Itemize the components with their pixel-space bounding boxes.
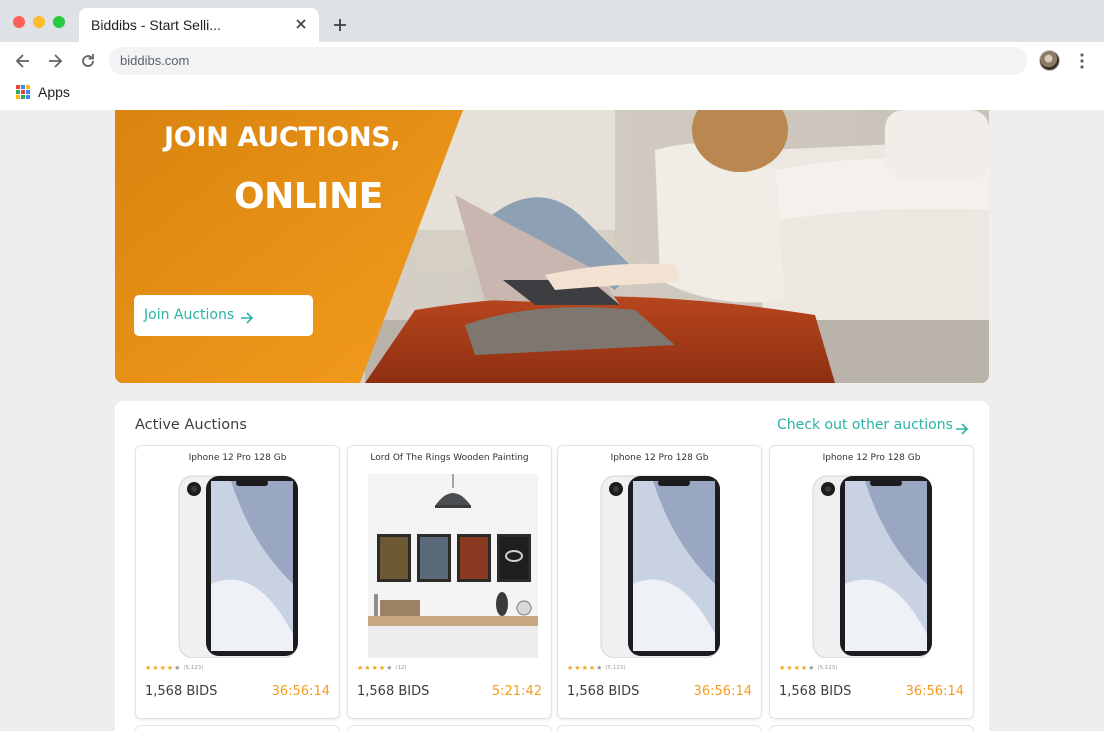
star-icon: ★ [145, 664, 152, 672]
time-left: 36:56:14 [693, 684, 752, 699]
star-icon: ★ [786, 664, 793, 672]
back-arrow-icon[interactable] [13, 51, 33, 71]
product-image-painting [368, 474, 538, 658]
address-bar[interactable]: biddibs.com [109, 47, 1027, 75]
product-name: Lord Of The Rings Wooden Painting [370, 453, 529, 463]
tab-title: Biddibs - Start Selli... [91, 17, 221, 33]
hero-subheadline: ONLINE [234, 176, 383, 217]
auction-card[interactable]: Lord Of The Rings Wooden Painting ★ ★ ★ … [347, 445, 552, 719]
arrow-right-icon [240, 309, 254, 324]
rating: ★ ★ ★ ★ ★ (12) [357, 664, 407, 672]
product-image-phone [812, 475, 932, 658]
star-icon: ★ [159, 664, 166, 672]
star-icon: ★ [364, 664, 371, 672]
star-empty-icon: ★ [386, 664, 393, 672]
browser-toolbar: biddibs.com [0, 42, 1104, 80]
auction-card-partial[interactable] [557, 725, 762, 731]
other-auctions-link[interactable]: Check out other auctions [777, 417, 953, 433]
rating: ★ ★ ★ ★ ★ (5,123) [779, 664, 837, 672]
hero-banner: JOIN AUCTIONS, ONLINE Join Auctions [115, 110, 989, 383]
star-icon: ★ [152, 664, 159, 672]
star-empty-icon: ★ [808, 664, 815, 672]
review-count: (5,123) [183, 665, 204, 671]
auction-card-partial[interactable] [769, 725, 974, 731]
bookmark-apps[interactable]: Apps [38, 84, 70, 100]
tab-strip: Biddibs - Start Selli... [0, 0, 1104, 42]
join-auctions-label: Join Auctions [144, 307, 235, 323]
product-name: Iphone 12 Pro 128 Gb [610, 453, 709, 463]
star-icon: ★ [357, 664, 364, 672]
star-empty-icon: ★ [174, 664, 181, 672]
browser-chrome: Biddibs - Start Selli... biddibs.com App… [0, 0, 1104, 110]
bid-count: 1,568 BIDS [779, 684, 852, 699]
window-close-button[interactable] [13, 16, 25, 28]
star-icon: ★ [581, 664, 588, 672]
bid-count: 1,568 BIDS [567, 684, 640, 699]
tab-close-icon[interactable] [293, 16, 309, 32]
auction-card[interactable]: Iphone 12 Pro 128 Gb ★ ★ ★ ★ ★ (5,123) 1… [135, 445, 340, 719]
join-auctions-button[interactable]: Join Auctions [134, 295, 313, 336]
forward-arrow-icon[interactable] [45, 51, 65, 71]
apps-grid-icon[interactable] [16, 85, 30, 99]
window-minimize-button[interactable] [33, 16, 45, 28]
rating: ★ ★ ★ ★ ★ (5,123) [567, 664, 625, 672]
star-icon: ★ [567, 664, 574, 672]
arrow-right-icon[interactable] [955, 420, 969, 435]
address-text: biddibs.com [120, 53, 190, 68]
review-count: (5,123) [605, 665, 626, 671]
star-empty-icon: ★ [596, 664, 603, 672]
profile-avatar[interactable] [1039, 50, 1060, 71]
product-image-phone [178, 475, 298, 658]
product-name: Iphone 12 Pro 128 Gb [822, 453, 921, 463]
product-name: Iphone 12 Pro 128 Gb [188, 453, 287, 463]
more-options-icon[interactable] [1075, 52, 1089, 70]
star-icon: ★ [371, 664, 378, 672]
new-tab-icon[interactable] [330, 15, 350, 35]
star-icon: ★ [779, 664, 786, 672]
auction-card[interactable]: Iphone 12 Pro 128 Gb ★ ★ ★ ★ ★ (5,123) 1… [557, 445, 762, 719]
bid-count: 1,568 BIDS [357, 684, 430, 699]
star-icon: ★ [800, 664, 808, 672]
auction-card-partial[interactable] [347, 725, 552, 731]
bookmarks-bar [0, 80, 1104, 110]
review-count: (12) [395, 665, 407, 671]
bid-count: 1,568 BIDS [145, 684, 218, 699]
auction-card[interactable]: Iphone 12 Pro 128 Gb ★ ★ ★ ★ ★ (5,123) 1… [769, 445, 974, 719]
star-icon: ★ [574, 664, 581, 672]
time-left: 5:21:42 [491, 684, 542, 699]
star-icon: ★ [793, 664, 800, 672]
browser-tab[interactable]: Biddibs - Start Selli... [79, 8, 319, 42]
rating: ★ ★ ★ ★ ★ (5,123) [145, 664, 203, 672]
section-title: Active Auctions [135, 417, 247, 433]
star-icon: ★ [588, 664, 596, 672]
star-icon: ★ [378, 664, 386, 672]
auction-card-partial[interactable] [135, 725, 340, 731]
window-maximize-button[interactable] [53, 16, 65, 28]
hero-headline: JOIN AUCTIONS, [164, 122, 401, 153]
reload-icon[interactable] [78, 51, 98, 71]
time-left: 36:56:14 [271, 684, 330, 699]
star-icon: ★ [166, 664, 174, 672]
review-count: (5,123) [817, 665, 838, 671]
time-left: 36:56:14 [905, 684, 964, 699]
product-image-phone [600, 475, 720, 658]
